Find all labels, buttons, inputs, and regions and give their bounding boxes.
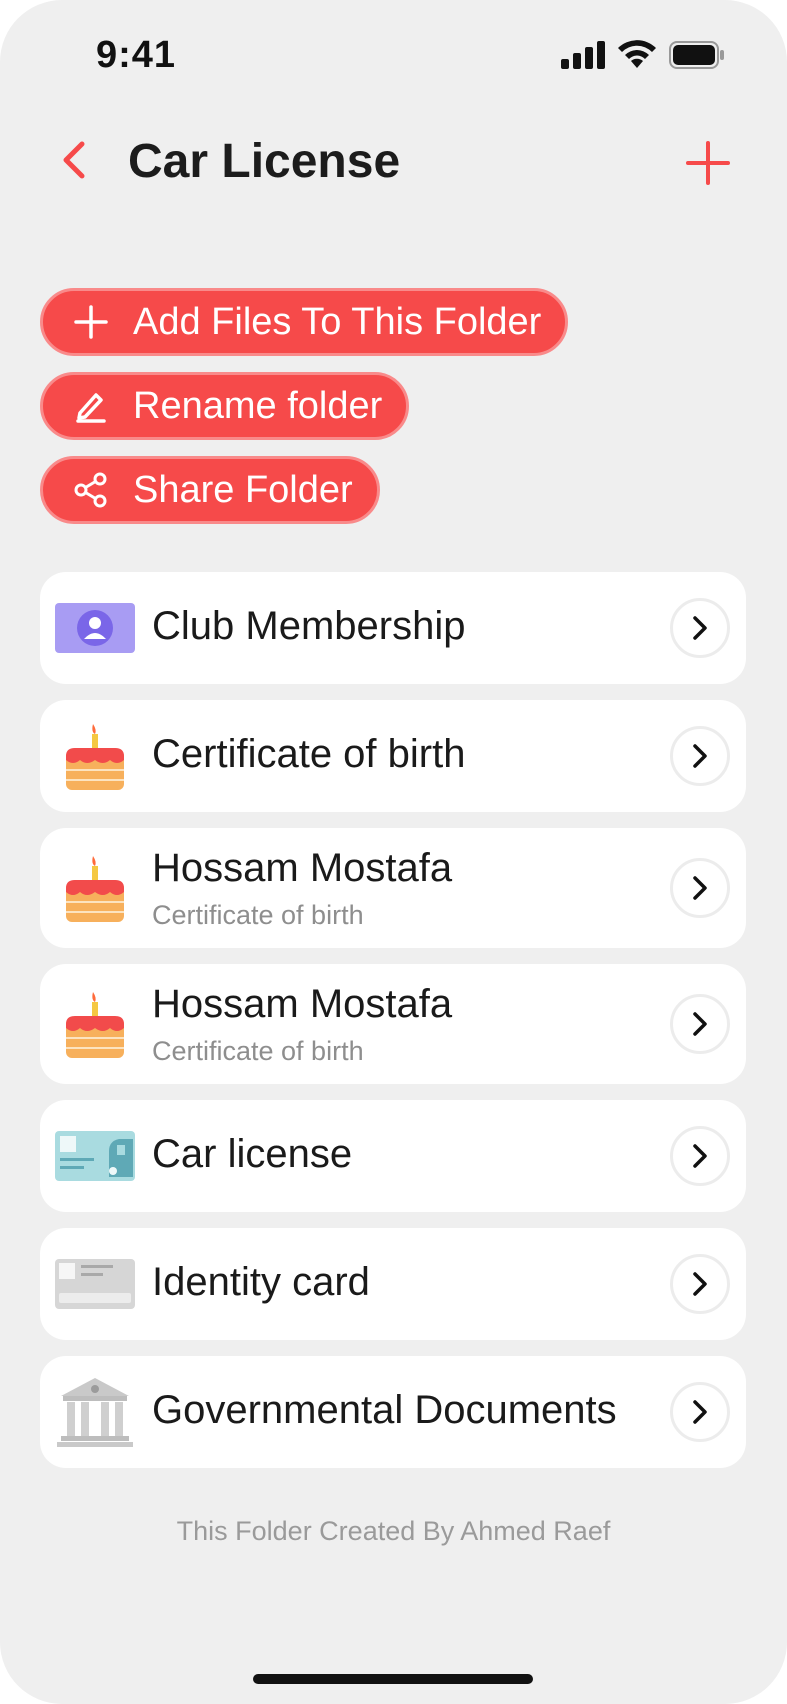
birthday-cake-icon (54, 988, 136, 1060)
list-item-identity-card[interactable]: Identity card (40, 1228, 746, 1340)
folder-actions: Add Files To This Folder Rename folder S… (40, 288, 569, 524)
list-item-certificate-of-birth[interactable]: Certificate of birth (40, 700, 746, 812)
share-folder-button[interactable]: Share Folder (40, 456, 380, 524)
government-building-icon (54, 1376, 136, 1448)
status-icons (561, 40, 725, 70)
item-title: Certificate of birth (152, 732, 466, 776)
plus-icon (686, 141, 730, 185)
share-icon (71, 470, 111, 510)
item-title: Hossam Mostafa (152, 982, 453, 1026)
cellular-signal-icon (561, 41, 605, 69)
chevron-right-button[interactable] (670, 858, 730, 918)
chevron-right-button[interactable] (670, 726, 730, 786)
add-button[interactable] (683, 138, 733, 188)
birthday-cake-icon (54, 720, 136, 792)
plus-icon (71, 302, 111, 342)
chevron-left-icon (63, 141, 85, 179)
back-button[interactable] (52, 132, 96, 188)
pencil-icon (71, 386, 111, 426)
membership-card-icon (54, 592, 136, 664)
list-item-hossam-mostafa[interactable]: Hossam Mostafa Certificate of birth (40, 828, 746, 948)
birthday-cake-icon (54, 852, 136, 924)
item-subtitle: Certificate of birth (152, 1036, 364, 1066)
id-card-icon (54, 1248, 136, 1320)
wifi-icon (618, 40, 656, 68)
rename-folder-label: Rename folder (133, 384, 383, 427)
chevron-right-icon (693, 1012, 707, 1036)
share-folder-label: Share Folder (133, 468, 353, 511)
chevron-right-icon (693, 616, 707, 640)
page-title: Car License (128, 135, 401, 188)
phone-screen: 9:41 Car License Add Files To This Folde… (0, 0, 787, 1704)
item-title: Car license (152, 1132, 353, 1176)
home-indicator[interactable] (253, 1674, 533, 1684)
battery-icon (669, 41, 724, 69)
item-subtitle: Certificate of birth (152, 900, 364, 930)
folder-creator-note: This Folder Created By Ahmed Raef (176, 1516, 611, 1546)
chevron-right-icon (693, 876, 707, 900)
add-files-label: Add Files To This Folder (133, 300, 542, 343)
list-item-governmental-documents[interactable]: Governmental Documents (40, 1356, 746, 1468)
list-item-car-license[interactable]: Car license (40, 1100, 746, 1212)
chevron-right-icon (693, 744, 707, 768)
add-files-button[interactable]: Add Files To This Folder (40, 288, 569, 356)
chevron-right-icon (693, 1400, 707, 1424)
chevron-right-button[interactable] (670, 1254, 730, 1314)
chevron-right-button[interactable] (670, 598, 730, 658)
chevron-right-icon (693, 1272, 707, 1296)
item-title: Hossam Mostafa (152, 846, 453, 890)
status-time: 9:41 (96, 34, 177, 76)
item-title: Governmental Documents (152, 1388, 617, 1432)
chevron-right-button[interactable] (670, 1126, 730, 1186)
list-item-club-membership[interactable]: Club Membership (40, 572, 746, 684)
list-item-hossam-mostafa[interactable]: Hossam Mostafa Certificate of birth (40, 964, 746, 1084)
car-license-card-icon (54, 1120, 136, 1192)
chevron-right-icon (693, 1144, 707, 1168)
item-title: Club Membership (152, 604, 466, 648)
chevron-right-button[interactable] (670, 1382, 730, 1442)
rename-folder-button[interactable]: Rename folder (40, 372, 410, 440)
chevron-right-button[interactable] (670, 994, 730, 1054)
item-title: Identity card (152, 1260, 370, 1304)
